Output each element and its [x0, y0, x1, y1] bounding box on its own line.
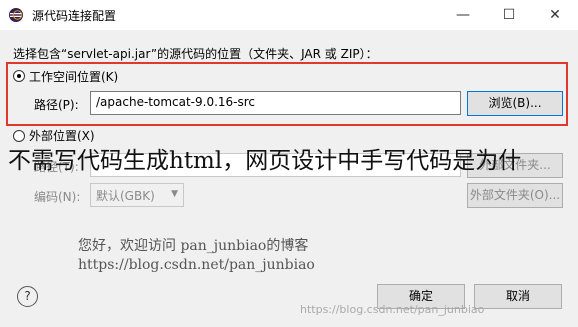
overlay-caption: 不需写代码生成html，网页设计中手写代码是为什	[8, 148, 522, 174]
external-folder-button-2[interactable]: 外部文件夹(O)...	[467, 183, 563, 208]
chevron-down-icon: ▼	[171, 189, 178, 199]
workspace-path-label: 路径(P):	[34, 98, 79, 112]
window-title: 源代码连接配置	[32, 9, 117, 23]
browse-button[interactable]: 浏览(B)...	[467, 91, 563, 116]
minimize-button[interactable]: —	[440, 0, 486, 30]
workspace-path-input[interactable]: /apache-tomcat-9.0.16-src	[90, 91, 461, 115]
title-bar: 源代码连接配置 — ☐ ✕	[0, 0, 578, 30]
encoding-select[interactable]: 默认(GBK) ▼	[90, 183, 184, 207]
help-icon[interactable]: ?	[17, 286, 38, 307]
cancel-button[interactable]: 取消	[474, 284, 562, 309]
blog-watermark-line-1: 您好，欢迎访问 pan_junbiao的博客	[78, 238, 309, 254]
workspace-location-label[interactable]: 工作空间位置(K)	[29, 68, 118, 85]
encoding-label: 编码(N):	[34, 190, 81, 204]
workspace-location-radio[interactable]	[13, 70, 25, 82]
eclipse-icon	[9, 8, 23, 22]
source-location-prompt: 选择包含“servlet-api.jar”的源代码的位置（文件夹、JAR 或 Z…	[13, 47, 378, 61]
maximize-button[interactable]: ☐	[486, 0, 532, 30]
corner-watermark: https://blog.csdn.net/pan_junbiao	[300, 303, 485, 316]
blog-watermark-line-2: https://blog.csdn.net/pan_junbiao	[78, 257, 315, 273]
encoding-value: 默认(GBK)	[96, 189, 155, 203]
close-button[interactable]: ✕	[532, 0, 578, 30]
